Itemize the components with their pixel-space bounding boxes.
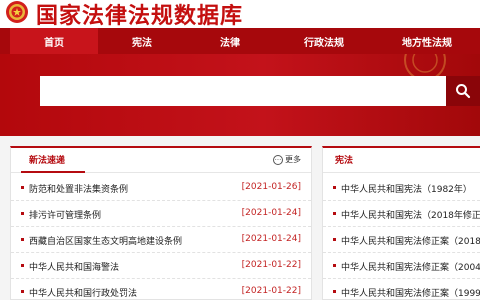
bullet-icon (333, 238, 336, 241)
list-item-title[interactable]: 中华人民共和国宪法（1982年） (341, 182, 480, 195)
constitution-panel: 宪法 中华人民共和国宪法（1982年） 中华人民共和国宪法（2018年修正文本）… (322, 146, 480, 300)
list-item-title[interactable]: 西藏自治区国家生态文明高地建设条例 (29, 234, 182, 247)
more-link[interactable]: ··· 更多 (273, 154, 301, 165)
nav-item-laws[interactable]: 法律 (186, 28, 274, 54)
list-item[interactable]: 排污许可管理条例 [2021-01-24] (11, 201, 311, 227)
bullet-icon (21, 238, 24, 241)
bullet-icon (333, 212, 336, 215)
panel-title: 宪法 (335, 156, 354, 166)
more-circle-icon: ··· (273, 154, 283, 165)
list-item[interactable]: 西藏自治区国家生态文明高地建设条例 [2021-01-24] (11, 227, 311, 253)
list-item[interactable]: 中华人民共和国宪法（2018年修正文本） (323, 201, 480, 227)
national-emblem-icon (6, 1, 28, 23)
panel-header: 新法速递 ··· 更多 (11, 148, 311, 173)
bullet-icon (333, 290, 336, 293)
nav-item-local-regulations[interactable]: 地方性法规 (374, 28, 480, 54)
main-nav: 首页 宪法 法律 行政法规 地方性法规 (0, 28, 480, 54)
search-input[interactable] (40, 76, 446, 106)
bullet-icon (21, 290, 24, 293)
search-icon (456, 84, 471, 99)
panel-header: 宪法 (323, 148, 480, 173)
bullet-icon (21, 264, 24, 267)
list-item-title[interactable]: 中华人民共和国海警法 (29, 260, 119, 273)
list-item-date: [2021-01-22] (241, 260, 301, 270)
list-item-title[interactable]: 中华人民共和国宪法修正案（2004年） (341, 260, 480, 273)
bullet-icon (21, 186, 24, 189)
list-item[interactable]: 中华人民共和国海警法 [2021-01-22] (11, 253, 311, 279)
list-item-date: [2021-01-22] (241, 286, 301, 296)
list-item[interactable]: 中华人民共和国宪法修正案（2018年） (323, 227, 480, 253)
list-item[interactable]: 中华人民共和国宪法修正案（2004年） (323, 253, 480, 279)
list-item-title[interactable]: 中华人民共和国行政处罚法 (29, 286, 137, 299)
site-header: 国家法律法规数据库 (0, 0, 480, 30)
list-item-title[interactable]: 排污许可管理条例 (29, 208, 101, 221)
list-item-title[interactable]: 防范和处置非法集资条例 (29, 182, 128, 195)
more-label: 更多 (285, 155, 301, 164)
nav-item-constitution[interactable]: 宪法 (98, 28, 186, 54)
search-button[interactable] (446, 76, 480, 106)
list-item-date: [2021-01-26] (241, 182, 301, 192)
site-title[interactable]: 国家法律法规数据库 (36, 0, 243, 30)
panel-title: 新法速递 (29, 156, 66, 166)
list-item-date: [2021-01-24] (241, 234, 301, 244)
title-underline (21, 171, 85, 173)
new-laws-panel: 新法速递 ··· 更多 防范和处置非法集资条例 [2021-01-26] 排污许… (10, 146, 312, 300)
list-item[interactable]: 中华人民共和国行政处罚法 [2021-01-22] (11, 279, 311, 299)
list-item[interactable]: 中华人民共和国宪法修正案（1999年） (323, 279, 480, 299)
list-item-title[interactable]: 中华人民共和国宪法修正案（2018年） (341, 234, 480, 247)
list-item[interactable]: 防范和处置非法集资条例 [2021-01-26] (11, 175, 311, 201)
list-item-title[interactable]: 中华人民共和国宪法（2018年修正文本） (341, 208, 480, 221)
nav-item-administrative-regulations[interactable]: 行政法规 (274, 28, 374, 54)
list-item[interactable]: 中华人民共和国宪法（1982年） (323, 175, 480, 201)
bullet-icon (333, 186, 336, 189)
nav-item-home[interactable]: 首页 (10, 28, 98, 54)
bullet-icon (21, 212, 24, 215)
list-item-date: [2021-01-24] (241, 208, 301, 218)
bullet-icon (333, 264, 336, 267)
list-item-title[interactable]: 中华人民共和国宪法修正案（1999年） (341, 286, 480, 299)
search-banner (0, 54, 480, 136)
